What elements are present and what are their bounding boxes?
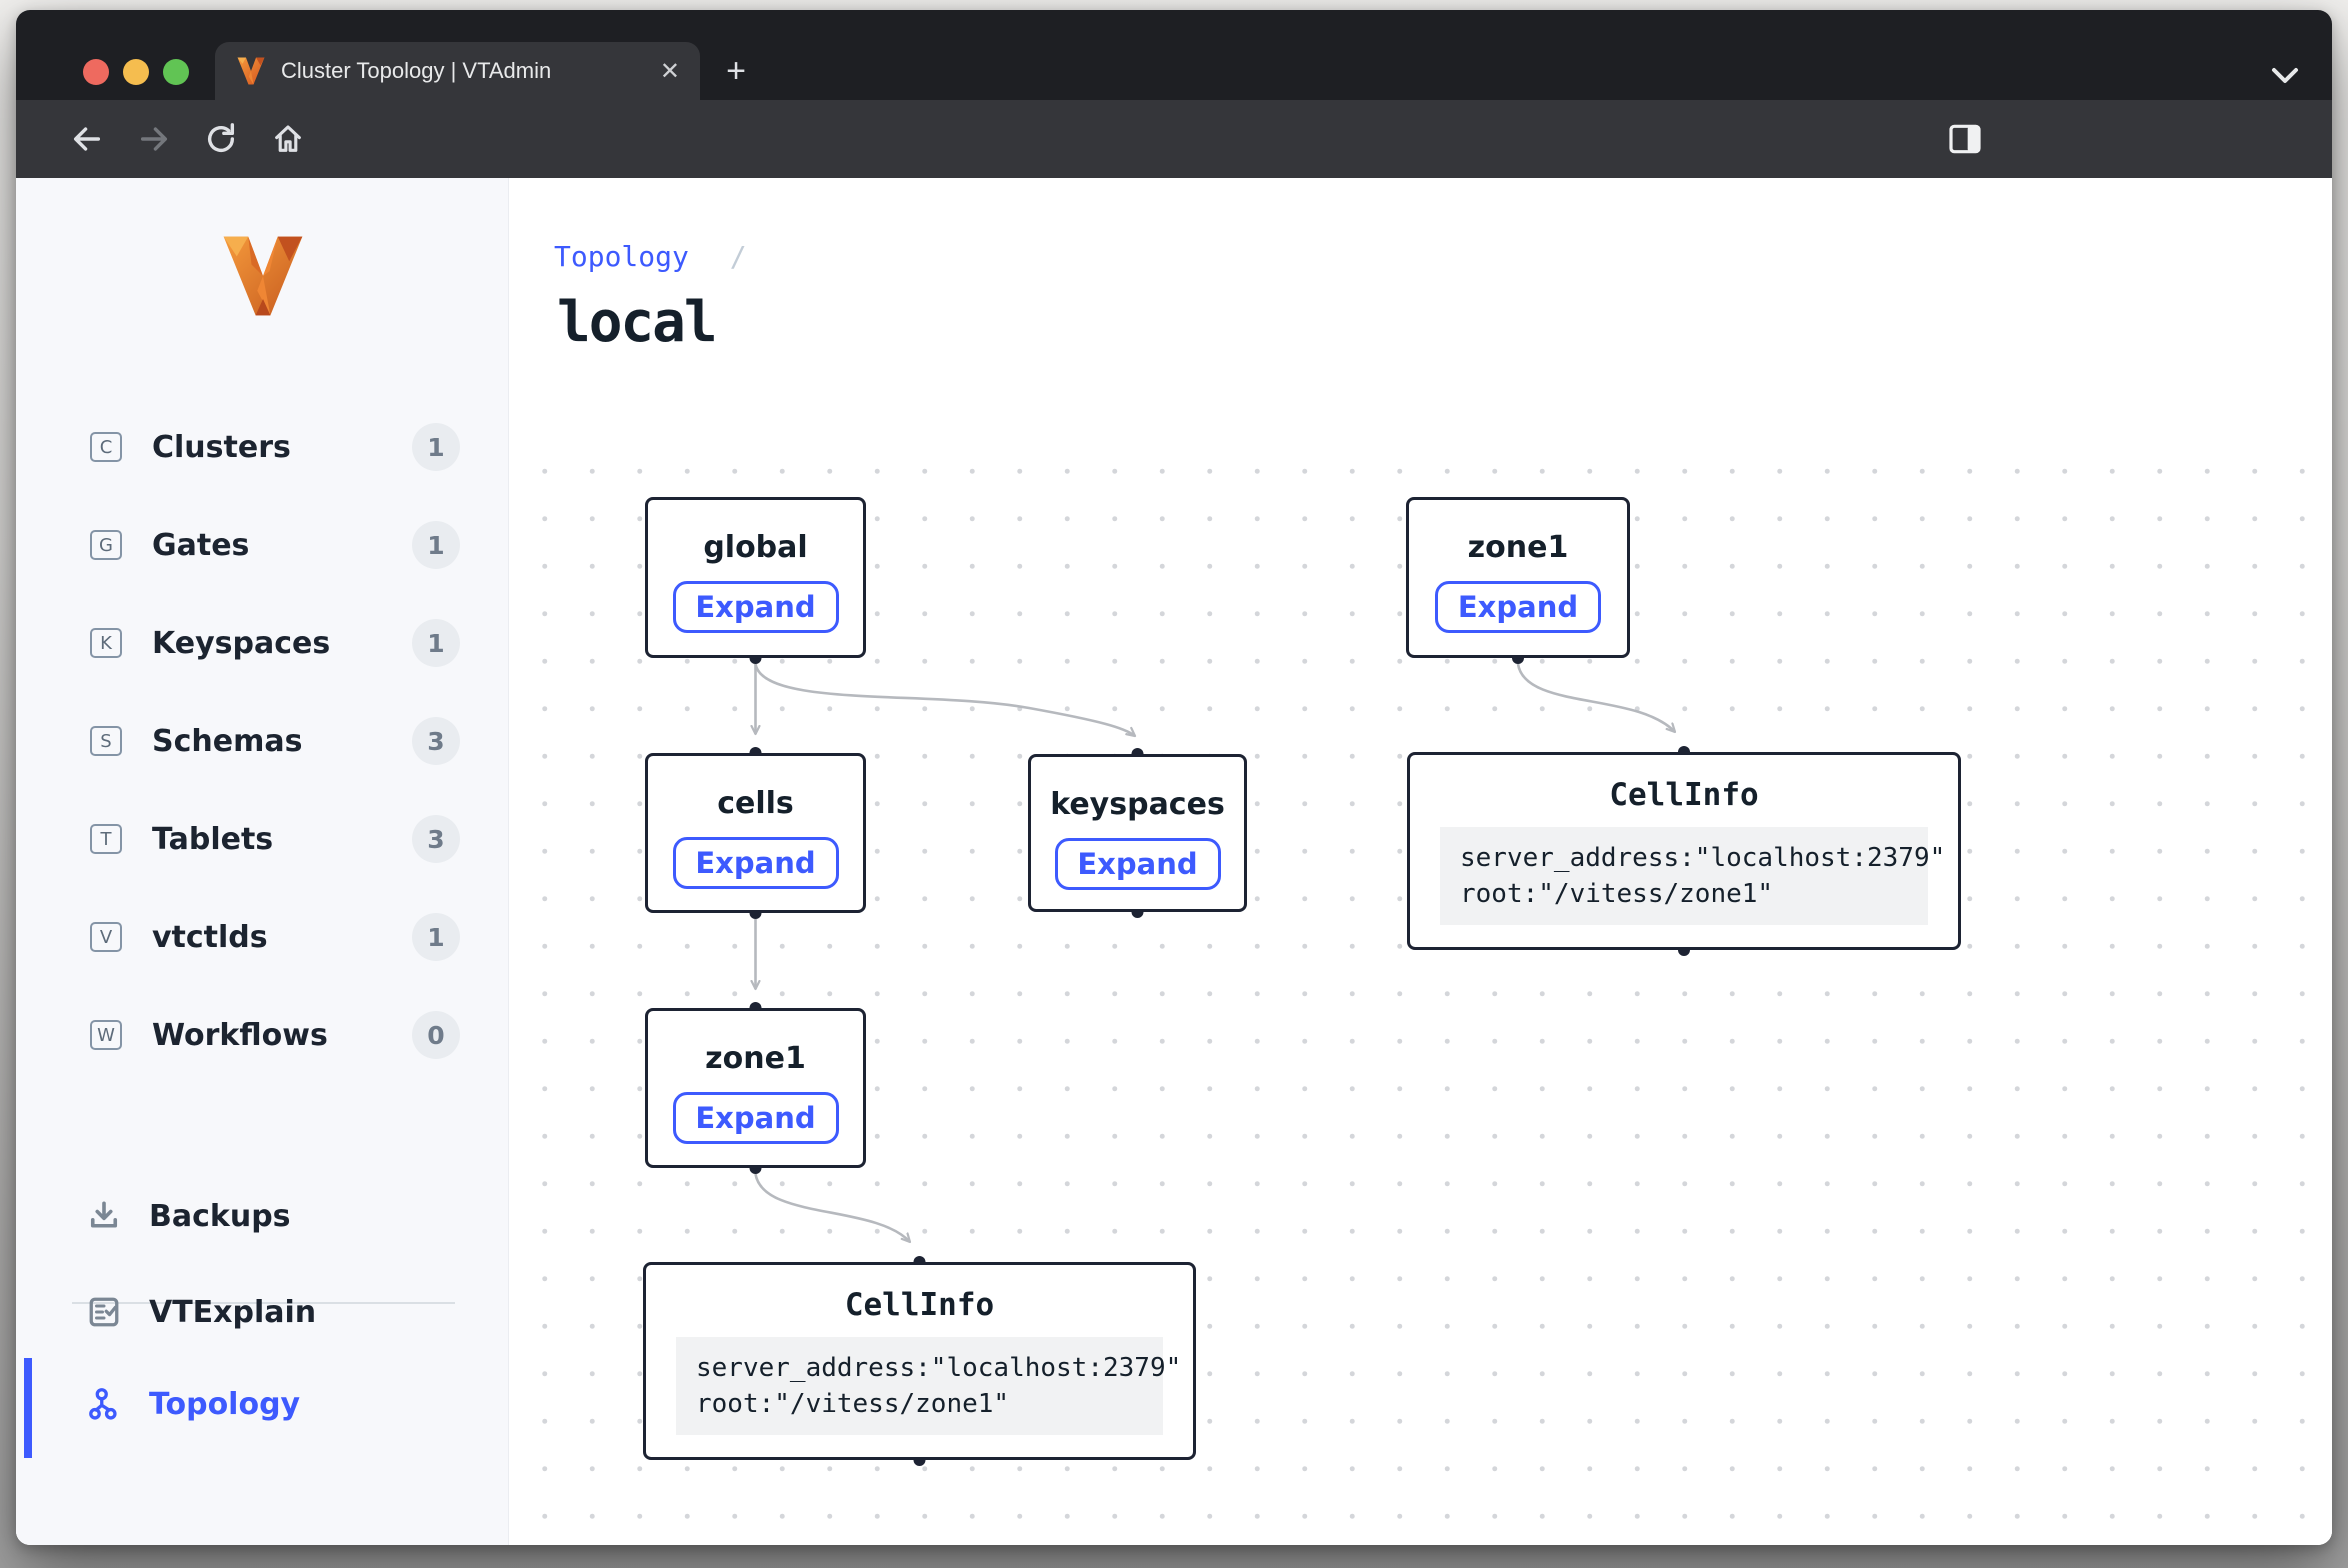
expand-button-cells[interactable]: Expand — [673, 837, 839, 889]
node-cellinfo-right: CellInfo server_address:"localhost:2379"… — [1407, 752, 1961, 950]
count-badge: 1 — [412, 521, 460, 569]
sidebar-item-label: Schemas — [152, 724, 302, 759]
vtexplain-document-icon — [86, 1294, 122, 1330]
count-badge: 3 — [412, 815, 460, 863]
page-title: local — [557, 290, 716, 355]
expand-button-zone1-top[interactable]: Expand — [1435, 581, 1601, 633]
vitess-favicon — [237, 57, 265, 85]
schemas-letter-icon: S — [90, 726, 122, 756]
node-title: CellInfo — [1410, 777, 1958, 813]
expand-button-keyspaces[interactable]: Expand — [1055, 838, 1221, 890]
sidebar-item-label: Gates — [152, 528, 249, 563]
backups-download-icon — [86, 1198, 122, 1234]
tab-title: Cluster Topology | VTAdmin — [281, 58, 551, 84]
sidebar-item-schemas[interactable]: S Schemas 3 — [16, 705, 509, 777]
vtadmin-app: C Clusters 1 G Gates 1 K Keyspaces 1 S S… — [16, 178, 2332, 1545]
sidebar-item-vtctlds[interactable]: V vtctlds 1 — [16, 901, 509, 973]
sidebar-item-backups[interactable]: Backups — [16, 1180, 509, 1252]
cellinfo-root: root:"/vitess/zone1" — [1460, 876, 1908, 912]
keyspaces-letter-icon: K — [90, 628, 122, 658]
browser-tab-bar: Cluster Topology | VTAdmin ✕ + — [16, 10, 2332, 100]
minimize-window-button[interactable] — [123, 59, 149, 85]
node-label: cells — [648, 786, 863, 821]
maximize-window-button[interactable] — [163, 59, 189, 85]
tab-close-icon[interactable]: ✕ — [660, 57, 680, 86]
expand-button-global[interactable]: Expand — [673, 581, 839, 633]
home-button[interactable] — [264, 115, 312, 163]
node-label: global — [648, 530, 863, 565]
node-title: CellInfo — [646, 1287, 1193, 1323]
sidebar-item-clusters[interactable]: C Clusters 1 — [16, 411, 509, 483]
node-global: global Expand — [645, 497, 866, 658]
sidebar-item-keyspaces[interactable]: K Keyspaces 1 — [16, 607, 509, 679]
count-badge: 3 — [412, 717, 460, 765]
sidebar-item-label: vtctlds — [152, 920, 268, 955]
clusters-letter-icon: C — [90, 432, 122, 462]
main-content: Topology / local — [509, 178, 2332, 1545]
workflows-letter-icon: W — [90, 1020, 122, 1050]
browser-window: Cluster Topology | VTAdmin ✕ + localhost… — [16, 10, 2332, 1545]
expand-button-zone1-lower[interactable]: Expand — [673, 1092, 839, 1144]
cellinfo-server-address: server_address:"localhost:2379" — [1460, 840, 1908, 876]
sidebar-item-label: VTExplain — [149, 1295, 316, 1330]
cellinfo-code: server_address:"localhost:2379" root:"/v… — [676, 1337, 1163, 1435]
breadcrumb-separator: / — [730, 240, 747, 273]
vtctlds-letter-icon: V — [90, 922, 122, 952]
count-badge: 1 — [412, 619, 460, 667]
back-button[interactable] — [63, 115, 111, 163]
breadcrumb: Topology / — [554, 240, 747, 273]
breadcrumb-topology-link[interactable]: Topology — [554, 240, 689, 273]
sidebar-item-vtexplain[interactable]: VTExplain — [16, 1276, 509, 1348]
active-item-indicator — [24, 1358, 32, 1458]
sidebar-item-label: Keyspaces — [152, 626, 330, 661]
count-badge: 0 — [412, 1011, 460, 1059]
cellinfo-server-address: server_address:"localhost:2379" — [696, 1350, 1143, 1386]
gates-letter-icon: G — [90, 530, 122, 560]
node-zone1-lower: zone1 Expand — [645, 1008, 866, 1168]
sidebar-item-label: Workflows — [152, 1018, 328, 1053]
browser-toolbar: localhost:14201/topology/local Incognito… — [16, 100, 2332, 178]
reload-button[interactable] — [197, 115, 245, 163]
sidebar-item-label: Tablets — [152, 822, 273, 857]
node-cellinfo-bottom: CellInfo server_address:"localhost:2379"… — [643, 1262, 1196, 1460]
sidebar-item-topology[interactable]: Topology — [16, 1368, 509, 1440]
count-badge: 1 — [412, 423, 460, 471]
sidebar-item-gates[interactable]: G Gates 1 — [16, 509, 509, 581]
sidebar: C Clusters 1 G Gates 1 K Keyspaces 1 S S… — [16, 178, 509, 1545]
node-cells: cells Expand — [645, 753, 866, 913]
sidebar-item-label: Backups — [149, 1199, 291, 1234]
sidebar-item-label: Topology — [149, 1387, 300, 1422]
node-zone1-top: zone1 Expand — [1406, 497, 1630, 658]
node-label: keyspaces — [1031, 787, 1244, 822]
side-panel-button[interactable] — [1941, 115, 1989, 163]
cellinfo-root: root:"/vitess/zone1" — [696, 1386, 1143, 1422]
tablets-letter-icon: T — [90, 824, 122, 854]
node-label: zone1 — [648, 1041, 863, 1076]
vitess-logo — [222, 230, 304, 322]
sidebar-item-workflows[interactable]: W Workflows 0 — [16, 999, 509, 1071]
topology-network-icon — [86, 1386, 122, 1422]
close-window-button[interactable] — [83, 59, 109, 85]
node-keyspaces: keyspaces Expand — [1028, 754, 1247, 912]
count-badge: 1 — [412, 913, 460, 961]
node-label: zone1 — [1409, 530, 1627, 565]
sidebar-item-tablets[interactable]: T Tablets 3 — [16, 803, 509, 875]
browser-tab[interactable]: Cluster Topology | VTAdmin ✕ — [215, 42, 700, 100]
sidebar-item-label: Clusters — [152, 430, 291, 465]
tab-search-chevron-icon[interactable] — [2268, 66, 2302, 86]
cellinfo-code: server_address:"localhost:2379" root:"/v… — [1440, 827, 1928, 925]
forward-button[interactable] — [130, 115, 178, 163]
new-tab-button[interactable]: + — [719, 55, 753, 89]
